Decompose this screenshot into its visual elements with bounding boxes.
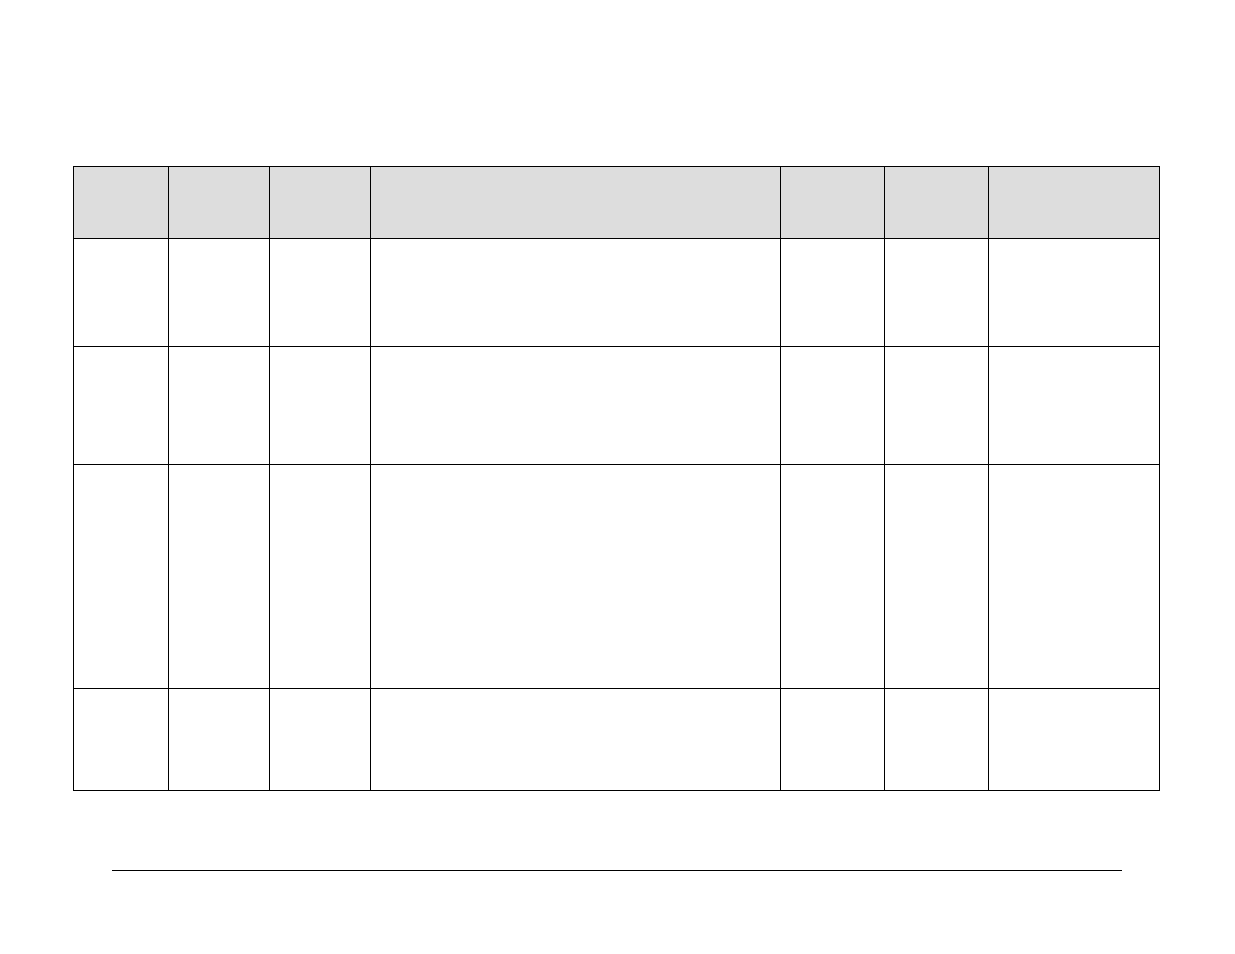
cell [989,465,1160,689]
cell [270,465,371,689]
col-header-5 [781,167,885,239]
cell [74,239,169,347]
table-body [74,239,1160,791]
table-header-row [74,167,1160,239]
cell [989,239,1160,347]
table-row [74,239,1160,347]
table-header [74,167,1160,239]
cell [169,239,270,347]
cell [169,347,270,465]
table-row [74,689,1160,791]
cell [885,239,989,347]
cell [989,689,1160,791]
cell [781,239,885,347]
cell [781,689,885,791]
cell [781,347,885,465]
cell [270,239,371,347]
footer-divider [112,870,1122,871]
cell [989,347,1160,465]
cell [74,465,169,689]
col-header-4 [371,167,781,239]
table-row [74,347,1160,465]
cell [169,465,270,689]
data-table [73,166,1160,791]
cell [270,689,371,791]
cell [74,347,169,465]
col-header-7 [989,167,1160,239]
cell [885,465,989,689]
col-header-1 [74,167,169,239]
cell [371,239,781,347]
cell [781,465,885,689]
cell [371,347,781,465]
cell [371,689,781,791]
cell [885,689,989,791]
cell [371,465,781,689]
table-row [74,465,1160,689]
cell [270,347,371,465]
cell [885,347,989,465]
col-header-6 [885,167,989,239]
col-header-2 [169,167,270,239]
cell [74,689,169,791]
col-header-3 [270,167,371,239]
page [0,0,1235,954]
cell [169,689,270,791]
